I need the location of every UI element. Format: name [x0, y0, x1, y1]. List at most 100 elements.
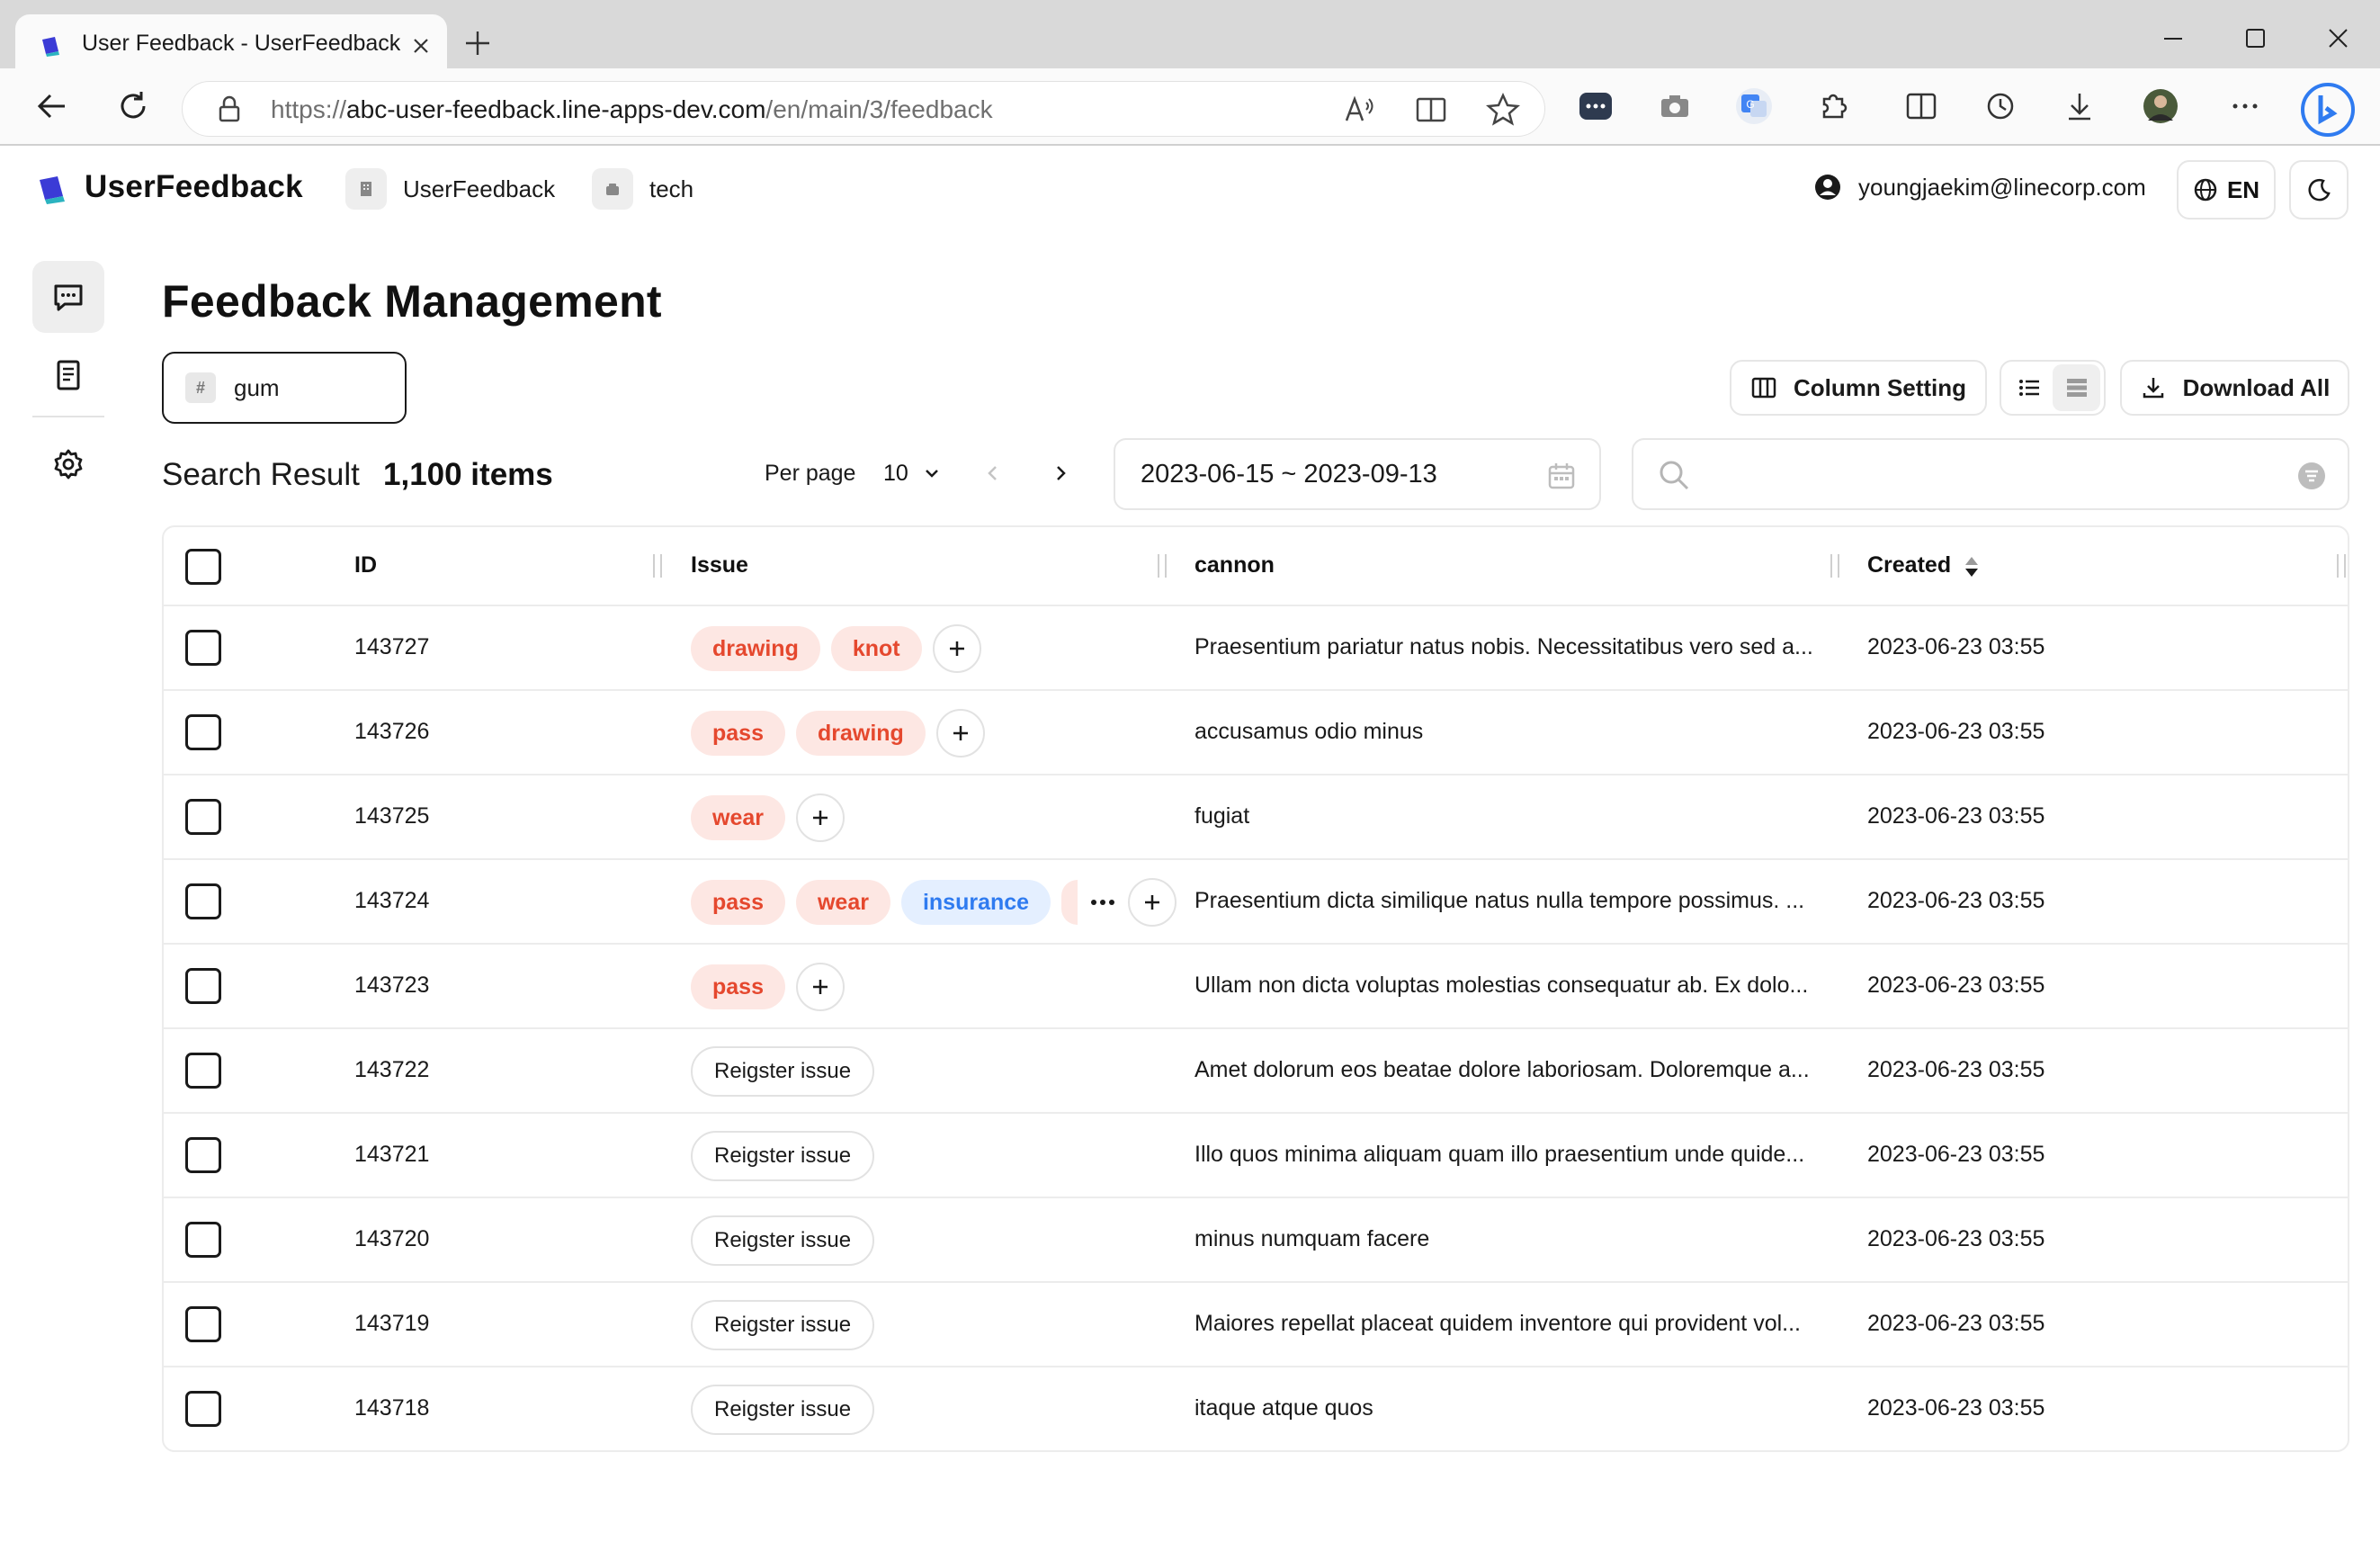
per-page-select[interactable]: 10: [883, 455, 948, 491]
filter-icon[interactable]: [2297, 462, 2326, 490]
issue-tag[interactable]: pass: [691, 964, 785, 1009]
table-row[interactable]: 143719 Reigster issue Maiores repellat pla…: [164, 1283, 2348, 1367]
browser-tab[interactable]: User Feedback - UserFeedback: [15, 14, 447, 76]
table-row[interactable]: 143726 pass drawing accusamus odio minus 202…: [164, 691, 2348, 775]
chat-bubble-icon: [54, 284, 83, 311]
table-row[interactable]: 143724 pass wear insurance Praesentium dicta…: [164, 860, 2348, 945]
search-input[interactable]: [1705, 453, 2281, 498]
register-issue-button[interactable]: Reigster issue: [691, 1046, 875, 1097]
row-checkbox[interactable]: [185, 883, 221, 919]
date-range-picker[interactable]: 2023-06-15 ~ 2023-09-13: [1114, 438, 1601, 510]
more-menu-icon[interactable]: [2225, 86, 2265, 126]
column-resize-handle[interactable]: [653, 554, 662, 578]
more-issues-icon[interactable]: [1085, 884, 1121, 920]
download-icon[interactable]: [2060, 86, 2099, 126]
sidebar-item-settings[interactable]: [32, 428, 104, 500]
add-issue-button[interactable]: [1128, 878, 1177, 927]
row-checkbox[interactable]: [185, 1391, 221, 1427]
row-checkbox[interactable]: [185, 1137, 221, 1173]
add-issue-button[interactable]: [935, 709, 985, 758]
extensions-puzzle-icon[interactable]: [1813, 86, 1853, 126]
view-mode-toggle[interactable]: [2000, 360, 2106, 416]
channel-breadcrumb[interactable]: tech: [592, 167, 693, 211]
column-resize-handle[interactable]: [2337, 554, 2346, 578]
cell-created: 2023-06-23 03:55: [1867, 803, 2045, 829]
project-breadcrumb[interactable]: UserFeedback: [345, 167, 555, 211]
read-aloud-icon[interactable]: [1339, 90, 1379, 130]
table-row[interactable]: 143727 drawing knot Praesentium pariatur na…: [164, 606, 2348, 691]
column-header-created[interactable]: Created: [1867, 552, 1951, 578]
column-resize-handle[interactable]: [1158, 554, 1167, 578]
issue-tag[interactable]: drawing: [795, 711, 926, 756]
logo-text[interactable]: UserFeedback: [85, 169, 303, 205]
column-header-id[interactable]: ID: [354, 552, 377, 578]
extension-chat-icon[interactable]: [1576, 86, 1615, 126]
sidebar-item-issues[interactable]: [32, 339, 104, 411]
table-row[interactable]: 143725 wear fugiat 2023-06-23 03:55: [164, 775, 2348, 860]
register-issue-button[interactable]: Reigster issue: [691, 1385, 875, 1435]
maximize-window-icon[interactable]: [2234, 18, 2276, 59]
camera-icon[interactable]: [1655, 86, 1695, 126]
language-button[interactable]: EN: [2177, 160, 2276, 220]
table-row[interactable]: 143723 pass Ullam non dicta voluptas moles…: [164, 945, 2348, 1029]
translate-icon[interactable]: G: [1734, 86, 1774, 126]
register-issue-button[interactable]: Reigster issue: [691, 1300, 875, 1350]
minimize-window-icon[interactable]: [2152, 18, 2194, 59]
select-all-checkbox[interactable]: [185, 549, 221, 585]
row-checkbox[interactable]: [185, 1306, 221, 1342]
list-view-button[interactable]: [2005, 364, 2053, 411]
row-checkbox[interactable]: [185, 968, 221, 1004]
table-row[interactable]: 143718 Reigster issue itaque atque quos 202…: [164, 1367, 2348, 1450]
table-row[interactable]: 143720 Reigster issue minus numquam facere…: [164, 1198, 2348, 1283]
back-arrow-icon[interactable]: [32, 86, 72, 126]
immersive-reader-icon[interactable]: [1411, 90, 1451, 130]
issue-tag[interactable]: wear: [795, 880, 890, 925]
row-checkbox[interactable]: [185, 714, 221, 750]
row-checkbox[interactable]: [185, 1222, 221, 1258]
next-page-button[interactable]: [1046, 459, 1075, 488]
theme-toggle-button[interactable]: [2289, 160, 2349, 220]
issue-tag[interactable]: pass: [691, 880, 785, 925]
channel-select[interactable]: # gum: [162, 352, 407, 424]
expanded-view-button[interactable]: [2053, 364, 2100, 411]
search-bar[interactable]: [1632, 438, 2349, 510]
row-checkbox[interactable]: [185, 1053, 221, 1089]
new-tab-icon[interactable]: [461, 27, 494, 59]
issue-tag[interactable]: knot: [830, 626, 922, 671]
column-header-issue[interactable]: Issue: [691, 552, 748, 578]
plus-icon: [812, 811, 828, 825]
lock-icon[interactable]: [210, 90, 249, 130]
tab-close-icon[interactable]: [408, 33, 434, 58]
row-checkbox[interactable]: [185, 630, 221, 666]
table-row[interactable]: 143722 Reigster issue Amet dolorum eos bea…: [164, 1029, 2348, 1114]
register-issue-button[interactable]: Reigster issue: [691, 1215, 875, 1266]
issue-tag[interactable]: insurance: [900, 880, 1051, 925]
profile-avatar-icon[interactable]: [2141, 86, 2180, 126]
favorite-star-icon[interactable]: [1483, 90, 1523, 130]
column-resize-handle[interactable]: [1830, 554, 1839, 578]
close-window-icon[interactable]: [2317, 18, 2358, 59]
history-icon[interactable]: [1981, 86, 2020, 126]
app-header: UserFeedback UserFeedback tech youngjaek…: [0, 146, 2380, 236]
column-setting-button[interactable]: Column Setting: [1730, 360, 1987, 416]
address-bar[interactable]: https://abc-user-feedback.line-apps-dev.…: [182, 81, 1545, 137]
issue-tag[interactable]: drawing: [691, 626, 820, 671]
issue-tag[interactable]: pass: [691, 711, 785, 756]
row-checkbox[interactable]: [185, 799, 221, 835]
column-header-cannon[interactable]: cannon: [1194, 552, 1275, 578]
issue-tag[interactable]: wear: [691, 795, 785, 840]
add-issue-button[interactable]: [795, 963, 845, 1011]
split-screen-icon[interactable]: [1901, 86, 1941, 126]
refresh-icon[interactable]: [113, 86, 153, 126]
sidebar-item-feedback[interactable]: [32, 261, 104, 333]
table-row[interactable]: 143721 Reigster issue Illo quos minima ali…: [164, 1114, 2348, 1198]
sort-icon[interactable]: [1963, 554, 1981, 579]
user-menu[interactable]: youngjaekim@linecorp.com: [1813, 173, 2146, 202]
add-issue-button[interactable]: [795, 793, 845, 842]
register-issue-button[interactable]: Reigster issue: [691, 1131, 875, 1181]
cell-created: 2023-06-23 03:55: [1867, 719, 2045, 744]
add-issue-button[interactable]: [932, 624, 981, 673]
bing-copilot-icon[interactable]: [2299, 81, 2357, 139]
previous-page-button[interactable]: [979, 459, 1007, 488]
download-all-button[interactable]: Download All: [2120, 360, 2349, 416]
